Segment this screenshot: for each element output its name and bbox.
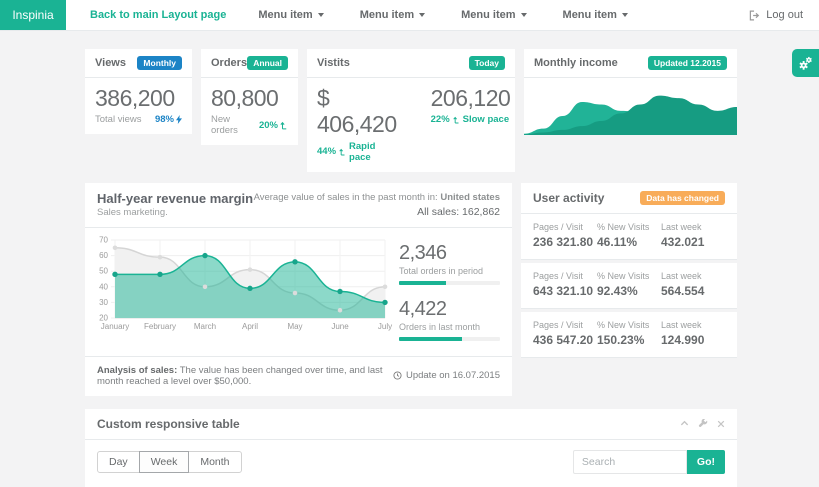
svg-text:April: April	[242, 322, 258, 331]
data-changed-badge: Data has changed	[640, 191, 725, 205]
monthly-income-area-chart	[524, 78, 737, 135]
clock-icon	[393, 371, 402, 380]
views-metric: 98%	[155, 114, 174, 125]
user-activity-row: Pages / Visit236 321.80 % New Visits46.1…	[521, 214, 737, 260]
search-input[interactable]	[573, 450, 687, 474]
level-up-icon	[453, 116, 460, 124]
total-orders-progress	[399, 281, 500, 285]
orders-card-title: Orders	[211, 57, 247, 69]
views-label: Total views	[95, 114, 141, 125]
last-month-orders-value: 4,422	[399, 298, 500, 321]
last-month-orders-label: Orders in last month	[399, 322, 500, 332]
wrench-icon[interactable]	[698, 419, 708, 429]
caret-down-icon	[419, 13, 425, 17]
avg-country: United states	[440, 192, 500, 203]
go-button[interactable]: Go!	[687, 450, 725, 474]
total-orders-label: Total orders in period	[399, 266, 500, 276]
orders-metric: 20%	[259, 120, 278, 131]
visits-left-pace: Rapid pace	[349, 141, 397, 163]
svg-text:60: 60	[99, 251, 108, 260]
today-badge: Today	[469, 56, 505, 70]
update-info: Update on 16.07.2015	[393, 365, 500, 387]
svg-text:30: 30	[99, 298, 108, 307]
day-button[interactable]: Day	[97, 451, 140, 473]
user-activity-title: User activity	[533, 191, 604, 205]
svg-text:February: February	[144, 322, 176, 331]
svg-text:June: June	[331, 322, 349, 331]
analysis-text: Analysis of sales: The value has been ch…	[97, 365, 383, 387]
collapse-icon[interactable]	[680, 419, 689, 428]
monthly-income-card: Monthly income Updated 12.2015	[524, 49, 737, 172]
views-value: 386,200	[95, 85, 182, 111]
user-activity-row: Pages / Visit643 321.10 % New Visits92.4…	[521, 263, 737, 309]
visits-left-metric: 44%	[317, 146, 336, 157]
page-content: Views Monthly 386,200 Total views 98%	[0, 31, 819, 487]
orders-value: 80,800	[211, 85, 288, 111]
visits-left-value: $ 406,420	[317, 85, 397, 138]
last-month-orders-progress	[399, 337, 500, 341]
navbar-links: Back to main Layout page Menu item Menu …	[76, 0, 646, 30]
svg-text:40: 40	[99, 282, 108, 291]
menu-item-2[interactable]: Menu item	[342, 9, 443, 21]
orders-card: Orders Annual 80,800 New orders 20%	[201, 49, 298, 172]
views-card-title: Views	[95, 57, 126, 69]
revenue-panel: Half-year revenue margin Sales marketing…	[85, 183, 512, 396]
all-sales: All sales: 162,862	[254, 205, 500, 221]
logout-button[interactable]: Log out	[749, 0, 819, 30]
bolt-icon	[176, 115, 182, 124]
brand-logo[interactable]: Inspinia	[0, 0, 66, 30]
visits-left-stat: $ 406,420 44% Rapid pace	[317, 85, 397, 163]
caret-down-icon	[318, 13, 324, 17]
revenue-subtitle: Sales marketing.	[97, 207, 253, 218]
visits-right-value: 206,120	[431, 85, 511, 111]
menu-item-4[interactable]: Menu item	[545, 9, 646, 21]
custom-table-panel: Custom responsive table Day Week Month	[85, 409, 737, 487]
theme-settings-button[interactable]	[792, 49, 819, 77]
back-to-layout-link[interactable]: Back to main Layout page	[76, 9, 240, 21]
user-activity-panel: User activity Data has changed Pages / V…	[521, 183, 737, 396]
svg-text:50: 50	[99, 267, 108, 276]
views-card: Views Monthly 386,200 Total views 98%	[85, 49, 192, 172]
total-orders-value: 2,346	[399, 242, 500, 265]
level-up-icon	[280, 121, 288, 130]
orders-label: New orders	[211, 114, 259, 136]
income-card-title: Monthly income	[534, 57, 618, 69]
visits-right-metric: 22%	[431, 114, 450, 125]
close-icon[interactable]	[717, 420, 725, 428]
menu-item-1[interactable]: Menu item	[240, 9, 341, 21]
caret-down-icon	[622, 13, 628, 17]
level-up-icon	[339, 148, 346, 156]
revenue-title: Half-year revenue margin	[97, 191, 253, 206]
svg-text:May: May	[287, 322, 302, 331]
top-navbar: Inspinia Back to main Layout page Menu i…	[0, 0, 819, 31]
caret-down-icon	[521, 13, 527, 17]
period-button-group: Day Week Month	[97, 451, 242, 473]
monthly-badge: Monthly	[137, 56, 182, 70]
svg-text:March: March	[194, 322, 216, 331]
revenue-stats: 2,346 Total orders in period 4,422 Order…	[389, 236, 500, 354]
visits-right-stat: 206,120 22% Slow pace	[431, 85, 511, 163]
annual-badge: Annual	[247, 56, 288, 70]
gears-icon	[798, 56, 813, 71]
svg-text:January: January	[101, 322, 129, 331]
svg-text:70: 70	[99, 235, 108, 244]
visits-right-pace: Slow pace	[463, 114, 509, 125]
week-button[interactable]: Week	[139, 451, 190, 473]
visits-card: Vistits Today $ 406,420 44% Rapid pace	[307, 49, 515, 172]
table-panel-title: Custom responsive table	[97, 417, 240, 431]
sign-out-icon	[749, 10, 760, 21]
user-activity-row: Pages / Visit436 547.20 % New Visits150.…	[521, 312, 737, 358]
month-button[interactable]: Month	[188, 451, 241, 473]
visits-card-title: Vistits	[317, 57, 350, 69]
revenue-summary: Average value of sales in the past month…	[254, 191, 500, 221]
updated-badge: Updated 12.2015	[648, 56, 727, 70]
revenue-area-chart: 706050403020JanuaryFebruaryMarchAprilMay…	[97, 236, 389, 336]
menu-item-3[interactable]: Menu item	[443, 9, 544, 21]
